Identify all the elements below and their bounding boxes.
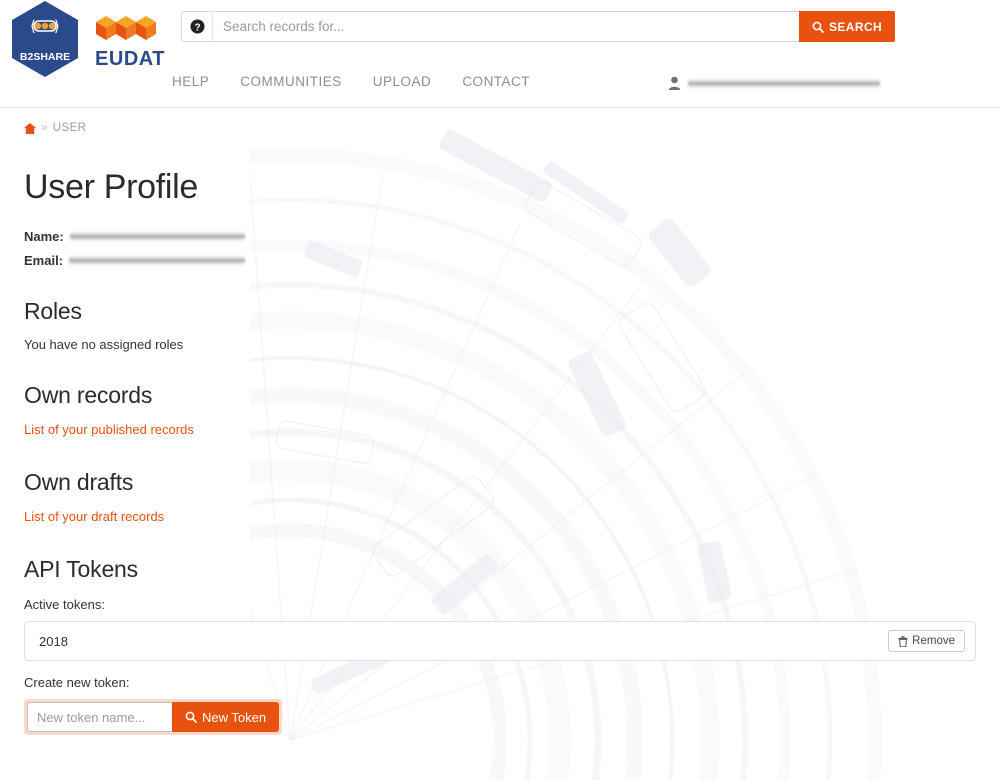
svg-text:EUDAT: EUDAT: [95, 48, 165, 70]
nav-item-help[interactable]: HELP: [172, 74, 209, 89]
new-token-input-focus-ring: New Token: [24, 699, 283, 735]
search-input[interactable]: [212, 11, 799, 42]
user-icon: [668, 76, 681, 90]
published-records-link[interactable]: List of your published records: [24, 422, 194, 437]
api-tokens-section-title: API Tokens: [24, 556, 138, 582]
eudat-logo[interactable]: EUDAT: [94, 12, 166, 70]
logo-area[interactable]: ⟨ ⟩ B2SHARE EUDAT: [10, 0, 166, 78]
create-token-row: New Token: [24, 699, 976, 735]
trash-icon: [898, 635, 908, 647]
token-name: 2018: [39, 633, 68, 649]
nav-item-upload[interactable]: UPLOAD: [373, 74, 432, 89]
main-navigation: HELP COMMUNITIES UPLOAD CONTACT: [172, 74, 530, 89]
new-token-button[interactable]: New Token: [172, 702, 280, 732]
own-drafts-section-title: Own drafts: [24, 469, 134, 495]
token-row: 2018 Remove: [24, 621, 976, 661]
search-button[interactable]: SEARCH: [799, 11, 896, 42]
user-menu[interactable]: [668, 76, 880, 90]
search-icon: [812, 21, 824, 33]
new-token-name-input[interactable]: [27, 702, 172, 732]
roles-empty-text: You have no assigned roles: [24, 337, 184, 352]
profile-email-value-redacted: [69, 255, 246, 266]
nav-item-contact[interactable]: CONTACT: [462, 74, 530, 89]
roles-section-title: Roles: [24, 298, 82, 324]
new-token-button-label: New Token: [202, 709, 267, 725]
search-button-label: SEARCH: [829, 19, 883, 34]
create-token-label: Create new token:: [24, 675, 130, 690]
breadcrumb-separator: »: [41, 122, 48, 134]
site-header: ⟨ ⟩ B2SHARE EUDAT ? Search records for..…: [0, 0, 1000, 108]
svg-text:?: ?: [194, 22, 200, 33]
profile-name-row: Name:: [24, 229, 976, 244]
main-content: User Profile Name: Email: Roles You have…: [0, 134, 1000, 735]
page-title: User Profile: [24, 168, 199, 206]
profile-name-label: Name:: [24, 229, 64, 244]
remove-token-label: Remove: [912, 635, 955, 647]
help-button[interactable]: ?: [181, 11, 212, 42]
home-icon[interactable]: [24, 122, 36, 134]
eudat-cubes-icon: [96, 16, 156, 40]
profile-name-value-redacted: [69, 231, 245, 242]
question-circle-icon: ?: [190, 19, 204, 34]
b2share-logo[interactable]: ⟨ ⟩ B2SHARE: [10, 0, 80, 78]
svg-text:B2SHARE: B2SHARE: [20, 51, 70, 63]
profile-email-label: Email:: [24, 253, 64, 268]
breadcrumb-item-user[interactable]: USER: [53, 122, 87, 134]
draft-records-link[interactable]: List of your draft records: [24, 509, 164, 524]
search-group: ? SEARCH: [181, 11, 896, 42]
search-icon: [185, 711, 197, 723]
profile-email-row: Email:: [24, 253, 976, 268]
remove-token-button[interactable]: Remove: [888, 630, 965, 652]
breadcrumb: » USER: [0, 108, 1000, 134]
active-tokens-label: Active tokens:: [24, 597, 105, 612]
nav-item-communities[interactable]: COMMUNITIES: [240, 74, 342, 89]
own-records-section-title: Own records: [24, 382, 153, 408]
user-name-redacted: [688, 77, 880, 89]
